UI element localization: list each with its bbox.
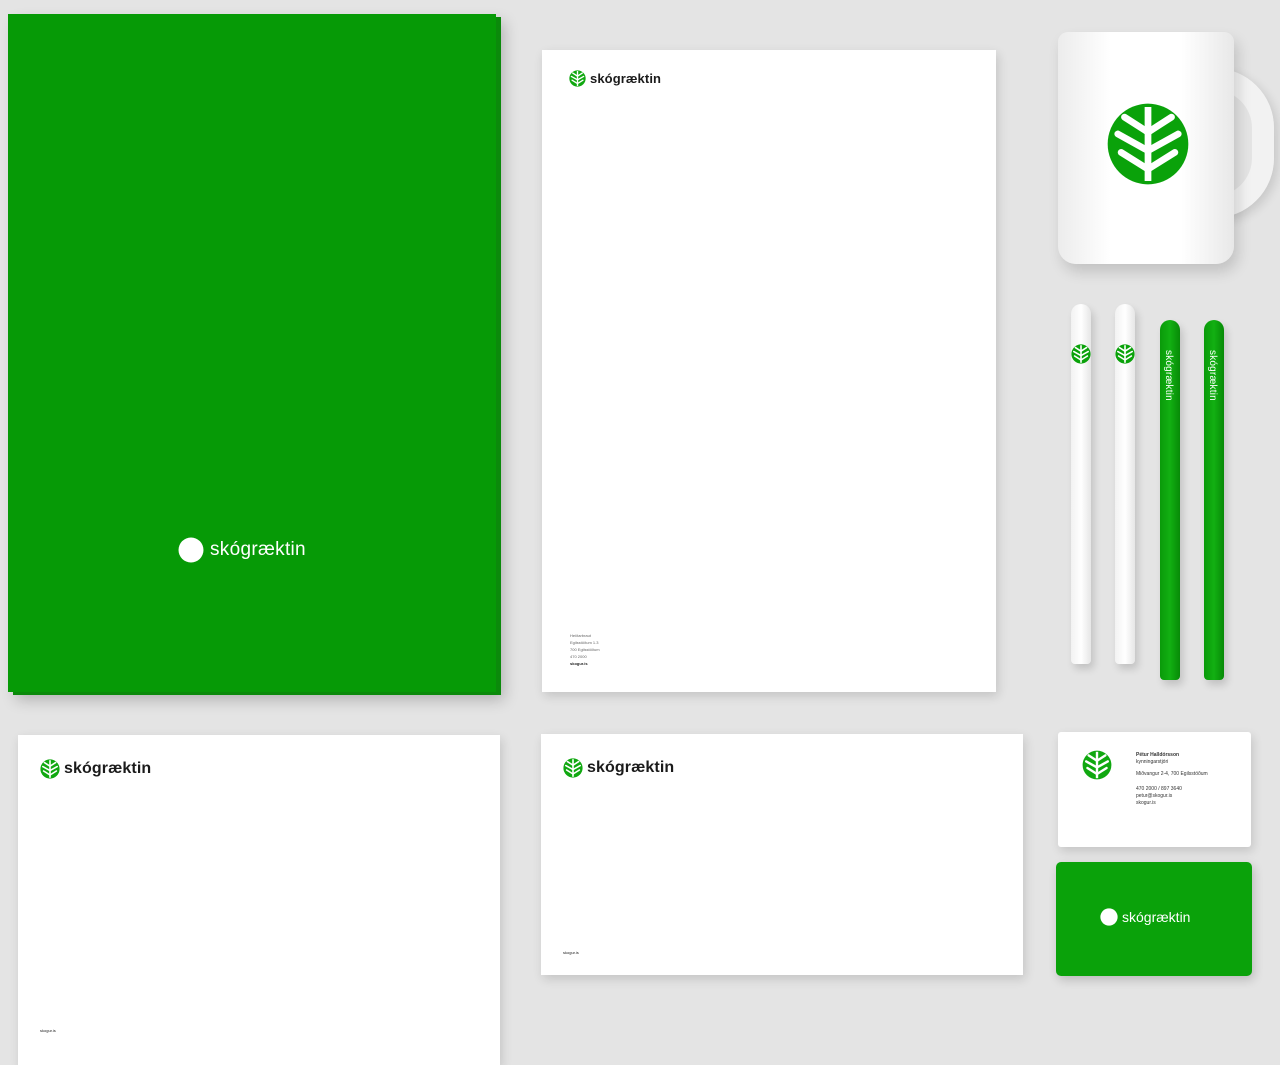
- mug: [1058, 32, 1234, 264]
- note-paper: skógræktin skogur.is: [18, 735, 500, 1065]
- tree-leaf-icon: [1082, 750, 1112, 780]
- folder-logo: skógræktin: [178, 537, 306, 563]
- tree-leaf-icon: [1100, 908, 1118, 926]
- envelope-brand-name: skógræktin: [587, 759, 675, 776]
- envelope: skógræktin skogur.is: [541, 734, 1023, 975]
- letterhead: skógræktin Heiðarbraut Egilsstöðum 1.3 7…: [542, 50, 996, 692]
- note-logo: skógræktin: [40, 759, 151, 779]
- card-address: Miðvangur 2-4, 700 Egilsstöðum: [1136, 771, 1208, 777]
- envelope-footer: skogur.is: [563, 950, 579, 955]
- footer-line: 700 Egilsstöðum: [570, 647, 600, 652]
- footer-line: Egilsstöðum 1.3: [570, 640, 599, 645]
- pen-brand-name: skógræktin: [1207, 350, 1218, 401]
- tree-leaf-icon: [1115, 344, 1135, 364]
- card-back-brand-name: skógræktin: [1122, 909, 1191, 925]
- footer-line: Heiðarbraut: [570, 633, 591, 638]
- pen-green-2: skógræktin: [1204, 320, 1224, 680]
- tree-leaf-icon: [178, 537, 204, 563]
- card-role: kynningarstjóri: [1136, 759, 1169, 765]
- note-brand-name: skógræktin: [64, 760, 152, 777]
- card-details: Pétur Halldórsson kynningarstjóri Miðvan…: [1136, 752, 1208, 807]
- tree-leaf-icon: [40, 759, 60, 779]
- tree-leaf-icon: [1106, 102, 1190, 186]
- card-back-logo: skógræktin: [1100, 908, 1190, 926]
- business-card-front: Pétur Halldórsson kynningarstjóri Miðvan…: [1058, 732, 1251, 847]
- folder: skógræktin: [8, 14, 496, 692]
- letterhead-logo: skógræktin: [569, 70, 661, 87]
- letterhead-footer: Heiðarbraut Egilsstöðum 1.3 700 Egilsstö…: [570, 632, 600, 667]
- pen-green-1: skógræktin: [1160, 320, 1180, 680]
- note-footer: skogur.is: [40, 1028, 56, 1033]
- envelope-logo: skógræktin: [563, 758, 674, 778]
- letterhead-brand-name: skógræktin: [590, 71, 662, 86]
- pen-white-2: [1115, 304, 1135, 664]
- footer-line: skogur.is: [570, 661, 588, 666]
- pen-white-1: [1071, 304, 1091, 664]
- pen-brand-name: skógræktin: [1163, 350, 1174, 401]
- card-name: Pétur Halldórsson: [1136, 752, 1180, 758]
- tree-leaf-icon: [569, 70, 586, 87]
- folder-brand-name: skógræktin: [210, 539, 306, 560]
- card-phone: 470 2000 / 897 3640: [1136, 786, 1182, 792]
- card-email: petur@skogur.is: [1136, 793, 1173, 799]
- card-web: skogur.is: [1136, 800, 1156, 806]
- footer-line: 470 2000: [570, 654, 587, 659]
- tree-leaf-icon: [1071, 344, 1091, 364]
- business-card-back: skógræktin: [1056, 862, 1252, 976]
- tree-leaf-icon: [563, 758, 583, 778]
